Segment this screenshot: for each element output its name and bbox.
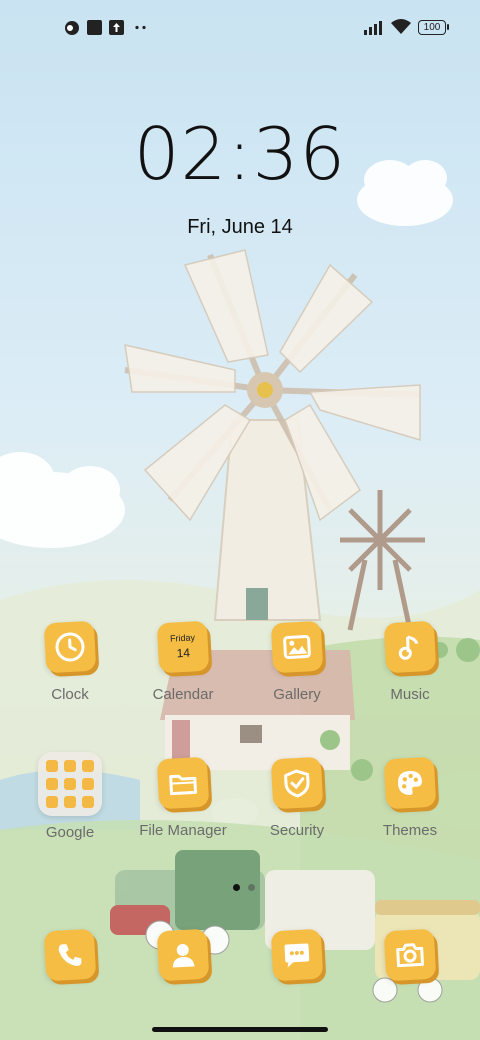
battery-indicator: 100 bbox=[418, 20, 446, 35]
shield-check-icon bbox=[270, 756, 324, 810]
app-label: Themes bbox=[382, 822, 438, 839]
status-bar: 100 bbox=[0, 0, 480, 56]
app-notification-icon bbox=[65, 21, 79, 35]
music-note-icon bbox=[383, 620, 437, 674]
app-label: Calendar bbox=[152, 686, 214, 703]
phone-icon bbox=[43, 928, 97, 982]
calendar-date-number: 14 bbox=[176, 645, 191, 661]
dock-contacts[interactable] bbox=[127, 928, 239, 982]
app-label: Google bbox=[45, 824, 95, 841]
app-file-manager[interactable]: File Manager bbox=[127, 756, 239, 839]
folder-file-icon bbox=[156, 756, 210, 810]
lockscreen-clock: 02:36 bbox=[133, 112, 347, 196]
calendar-icon: Friday 14 bbox=[156, 620, 210, 674]
app-security[interactable]: Security bbox=[241, 756, 353, 839]
page-dot bbox=[248, 884, 255, 891]
palette-icon bbox=[383, 756, 437, 810]
app-label: Music bbox=[390, 686, 430, 703]
page-indicator bbox=[229, 878, 259, 896]
image-icon bbox=[270, 620, 324, 674]
dock-camera[interactable] bbox=[354, 928, 466, 982]
wifi-icon bbox=[391, 19, 411, 34]
clock-icon bbox=[43, 620, 97, 674]
messages-icon bbox=[270, 928, 324, 982]
contacts-icon bbox=[156, 928, 210, 982]
home-gesture-bar[interactable] bbox=[152, 1027, 328, 1032]
more-dots-icon bbox=[135, 25, 146, 30]
battery-cap bbox=[447, 24, 449, 30]
folder-icon bbox=[38, 752, 102, 816]
dock-phone[interactable] bbox=[14, 928, 126, 982]
calendar-day: Friday bbox=[169, 632, 196, 644]
app-label: File Manager bbox=[139, 822, 227, 839]
app-label: Clock bbox=[51, 686, 89, 703]
app-label: Gallery bbox=[273, 686, 321, 703]
app-clock[interactable]: Clock bbox=[14, 620, 126, 703]
app-folder-google[interactable]: Google bbox=[14, 752, 126, 841]
dock-messages[interactable] bbox=[241, 928, 353, 982]
signal-icon bbox=[364, 21, 382, 35]
battery-level: 100 bbox=[423, 22, 441, 33]
square-icon bbox=[87, 20, 102, 35]
camera-icon bbox=[383, 928, 437, 982]
app-label: Security bbox=[269, 822, 325, 839]
app-themes[interactable]: Themes bbox=[354, 756, 466, 839]
app-music[interactable]: Music bbox=[354, 620, 466, 703]
page-dot-active bbox=[233, 884, 240, 891]
app-calendar[interactable]: Friday 14 Calendar bbox=[127, 620, 239, 703]
lockscreen-date: Fri, June 14 bbox=[187, 216, 293, 238]
upload-icon bbox=[109, 20, 124, 35]
app-gallery[interactable]: Gallery bbox=[241, 620, 353, 703]
